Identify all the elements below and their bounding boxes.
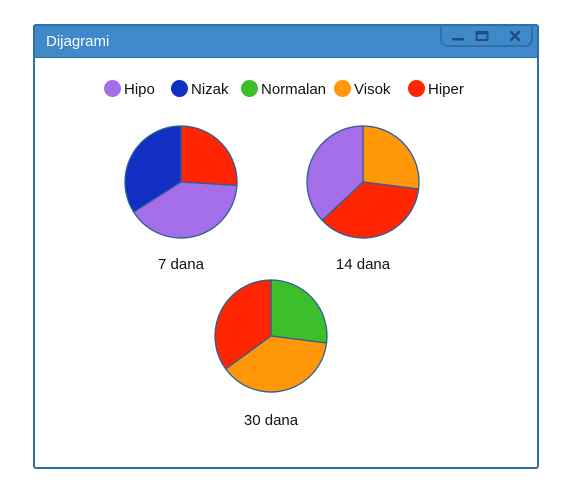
pie-slice-hiper[interactable] [180,125,238,187]
chart-window: Dijagrami Hipo Nizak Normalan Visok Hipe… [33,24,539,469]
pie-chart-30-dana: 30 dana [214,279,328,429]
pie-label: 30 dana [244,412,299,429]
pie-slice-visok[interactable] [362,125,420,190]
pie-chart-14-dana: 14 dana [306,125,420,273]
pie-charts: 7 dana 14 dana 30 dana [124,125,420,429]
pie-slice-normalan[interactable] [270,279,328,344]
pie-chart-7-dana: 7 dana [124,125,238,273]
pie-label: 14 dana [336,256,391,273]
pie-label: 7 dana [158,256,205,273]
